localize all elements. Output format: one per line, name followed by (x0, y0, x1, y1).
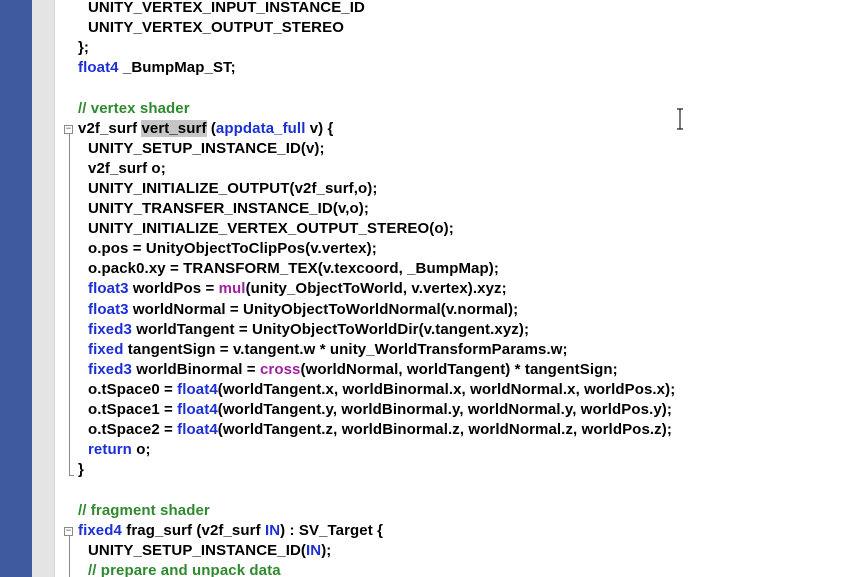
code-line[interactable]: o.tSpace2 = float4(worldTangent.z, world… (88, 420, 672, 440)
code-token: }; (78, 39, 90, 57)
fold-toggle-icon[interactable]: − (64, 526, 73, 536)
comment-token: // prepare and unpack data (88, 561, 281, 577)
code-token: _BumpMap_ST; (118, 59, 236, 77)
code-line[interactable]: v2f_surf o; (88, 159, 166, 179)
i-beam-cursor-icon (677, 108, 683, 130)
code-token: worldTangent = UnityObjectToWorldDir(v.t… (131, 320, 530, 338)
code-token: (worldTangent.z, worldBinormal.z, worldN… (217, 421, 672, 439)
code-token: UNITY_VERTEX_OUTPUT_STEREO (88, 19, 344, 37)
code-line[interactable]: o.tSpace0 = float4(worldTangent.x, world… (88, 380, 675, 400)
window-left-border (0, 0, 32, 577)
code-token: o.tSpace1 = (88, 401, 178, 418)
code-editor[interactable]: UNITY_VERTEX_INPUT_INSTANCE_ID UNITY_VERT… (0, 0, 868, 577)
code-line[interactable]: UNITY_TRANSFER_INSTANCE_ID(v,o); (88, 199, 369, 219)
fold-guide-line (69, 535, 70, 577)
keyword-token: float4 (78, 59, 119, 77)
keyword-token: fixed3 (88, 360, 132, 378)
code-token: frag_surf (v2f_surf (121, 521, 265, 539)
highlighted-token: vert_surf (141, 119, 207, 137)
code-line[interactable]: return o; (88, 440, 151, 460)
code-token: worldPos = (128, 280, 219, 298)
code-token: (worldTangent.y, worldBinormal.y, worldN… (217, 401, 672, 418)
keyword-token: fixed3 (88, 320, 132, 338)
keyword-token: float3 (88, 300, 129, 318)
code-token: v) { (305, 119, 334, 137)
code-line[interactable]: o.tSpace1 = float4(worldTangent.y, world… (88, 400, 672, 420)
keyword-token: float4 (177, 401, 218, 418)
function-token: mul (218, 280, 246, 298)
fold-toggle-icon[interactable]: − (64, 124, 73, 134)
code-token: UNITY_INITIALIZE_OUTPUT(v2f_surf,o); (88, 179, 378, 197)
keyword-token: IN (264, 521, 281, 539)
code-line[interactable]: // vertex shader (78, 99, 190, 119)
code-line[interactable]: } (78, 460, 84, 480)
code-line[interactable]: float3 worldPos = mul(unity_ObjectToWorl… (88, 279, 507, 299)
code-line[interactable]: UNITY_VERTEX_OUTPUT_STEREO (88, 18, 344, 38)
code-line[interactable]: UNITY_SETUP_INSTANCE_ID(IN); (88, 541, 331, 561)
code-token: (unity_ObjectToWorld, v.vertex).xyz; (245, 280, 507, 298)
code-line[interactable]: UNITY_SETUP_INSTANCE_ID(v); (88, 139, 325, 159)
keyword-token: float4 (177, 380, 218, 398)
code-token: ) : SV_Target { (280, 521, 384, 539)
code-line[interactable]: fixed tangentSign = v.tangent.w * unity_… (88, 340, 568, 360)
code-token: UNITY_VERTEX_INPUT_INSTANCE_ID (88, 0, 365, 16)
keyword-token: fixed4 (78, 521, 122, 539)
code-token: o.tSpace2 = (88, 421, 178, 439)
code-line[interactable]: UNITY_INITIALIZE_OUTPUT(v2f_surf,o); (88, 179, 377, 199)
code-token: UNITY_SETUP_INSTANCE_ID( (88, 541, 306, 559)
code-line[interactable]: UNITY_INITIALIZE_VERTEX_OUTPUT_STEREO(o)… (88, 219, 454, 239)
code-token: v2f_surf o; (88, 159, 166, 177)
code-token: tangentSign = v.tangent.w * unity_WorldT… (123, 340, 568, 358)
code-token: worldNormal = UnityObjectToWorldNormal(v… (128, 300, 519, 318)
code-line[interactable]: // prepare and unpack data (88, 561, 281, 577)
keyword-token: IN (306, 541, 322, 559)
code-line[interactable]: // fragment shader (78, 501, 210, 521)
function-token: cross (259, 360, 301, 378)
keyword-token: float3 (88, 280, 129, 298)
code-line[interactable]: fixed3 worldTangent = UnityObjectToWorld… (88, 320, 529, 340)
code-line[interactable]: float3 worldNormal = UnityObjectToWorldN… (88, 300, 518, 320)
code-line[interactable]: o.pos = UnityObjectToClipPos(v.vertex); (88, 239, 377, 259)
code-token: o; (131, 441, 151, 459)
code-line[interactable]: fixed4 frag_surf (v2f_surf IN) : SV_Targ… (78, 521, 383, 541)
code-token: v2f_surf (78, 119, 142, 137)
comment-token: // fragment shader (78, 501, 210, 519)
fold-guide-line (69, 133, 70, 476)
code-token: UNITY_TRANSFER_INSTANCE_ID(v,o); (88, 200, 369, 217)
code-token: } (78, 461, 84, 479)
code-line[interactable]: float4 _BumpMap_ST; (78, 58, 236, 78)
code-line[interactable]: fixed3 worldBinormal = cross(worldNormal… (88, 360, 618, 380)
fold-end-marker (69, 475, 74, 477)
code-line[interactable]: v2f_surf vert_surf (appdata_full v) { (78, 119, 333, 139)
code-token: worldBinormal = (131, 360, 260, 378)
code-token: ); (321, 541, 332, 559)
code-token: o.tSpace0 = (88, 380, 178, 398)
code-line[interactable]: }; (78, 38, 89, 58)
code-token: (worldTangent.x, worldBinormal.x, worldN… (217, 380, 676, 398)
line-gutter (32, 0, 55, 577)
code-token: UNITY_INITIALIZE_VERTEX_OUTPUT_STEREO(o)… (88, 220, 454, 238)
code-token: (worldNormal, worldTangent) * tangentSig… (300, 360, 618, 378)
code-token: o.pos = UnityObjectToClipPos(v.vertex); (88, 240, 377, 258)
code-token: o.pack0.xy = TRANSFORM_TEX(v.texcoord, _… (88, 260, 499, 278)
keyword-token: fixed (88, 340, 124, 358)
code-token: ( (206, 119, 216, 137)
keyword-token: appdata_full (215, 119, 306, 137)
keyword-token: float4 (177, 421, 218, 439)
code-line[interactable]: UNITY_VERTEX_INPUT_INSTANCE_ID (88, 0, 365, 18)
code-token: UNITY_SETUP_INSTANCE_ID(v); (88, 139, 325, 157)
code-line[interactable]: o.pack0.xy = TRANSFORM_TEX(v.texcoord, _… (88, 259, 499, 279)
keyword-token: return (88, 441, 132, 459)
comment-token: // vertex shader (78, 99, 190, 117)
